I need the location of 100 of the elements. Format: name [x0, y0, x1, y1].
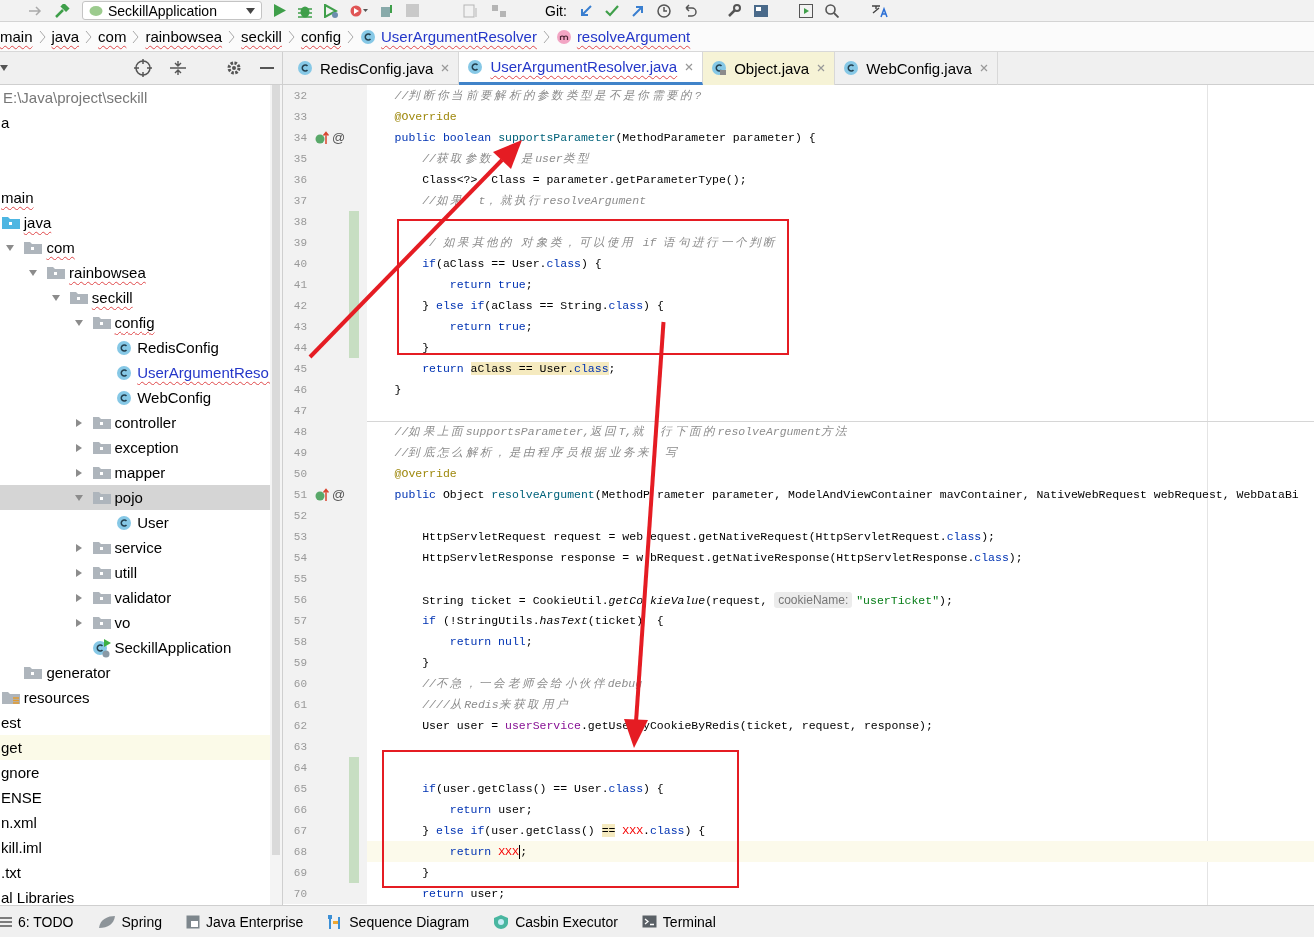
search-icon[interactable]	[824, 3, 839, 18]
tree-item[interactable]: est	[0, 710, 270, 735]
tool-window-tab[interactable]: Java Enterprise	[186, 913, 304, 930]
tree-item[interactable]: seckill	[0, 285, 270, 310]
expand-arrow-icon[interactable]	[73, 467, 84, 478]
breadcrumb[interactable]: seckill	[241, 28, 282, 45]
expand-arrow-icon[interactable]	[73, 617, 84, 628]
implements-marker-icon[interactable]	[315, 487, 329, 502]
tree-item[interactable]: java	[0, 210, 270, 235]
editor-tab[interactable]: WebConfig.java	[835, 51, 998, 85]
expand-arrow-icon[interactable]	[73, 492, 84, 503]
scrollbar-thumb[interactable]	[272, 85, 280, 855]
window-icon[interactable]	[186, 914, 200, 929]
tool-window-tab[interactable]: Spring	[97, 913, 162, 930]
implements-marker-icon[interactable]	[315, 130, 329, 145]
code-line: }	[421, 341, 430, 354]
breadcrumb[interactable]: main	[0, 28, 33, 45]
scrollbar[interactable]	[270, 85, 282, 905]
commit-check-icon[interactable]	[604, 4, 619, 17]
expand-arrow-icon[interactable]	[73, 417, 84, 428]
tree-item[interactable]: .txt	[0, 860, 270, 885]
close-icon[interactable]	[816, 63, 827, 73]
tree-item[interactable]: n.xml	[0, 810, 270, 835]
tree-item[interactable]: a	[0, 110, 270, 135]
expand-arrow-icon[interactable]	[73, 317, 84, 328]
breadcrumb[interactable]: UserArgumentResolver	[360, 28, 537, 45]
breadcrumb[interactable]: resolveArgument	[555, 28, 691, 45]
breadcrumb[interactable]: java	[51, 28, 80, 45]
tree-item[interactable]: validator	[0, 585, 270, 610]
tree-item[interactable]: mapper	[0, 460, 270, 485]
list-icon[interactable]	[0, 915, 12, 928]
annotation-marker[interactable]: @	[332, 487, 346, 502]
tree-item[interactable]: SeckillApplication	[0, 635, 270, 660]
tree-item[interactable]: User	[0, 510, 270, 535]
tool-window-tab[interactable]: 6: TODO	[0, 913, 74, 930]
tool-window-tab[interactable]: Casbin Executor	[493, 913, 618, 930]
layout-icon[interactable]	[752, 3, 769, 18]
push-arrow-icon[interactable]	[630, 3, 645, 18]
breadcrumb[interactable]: config	[300, 28, 341, 45]
caret-icon[interactable]	[0, 65, 8, 71]
tree-item[interactable]: WebConfig	[0, 385, 270, 410]
tree-item[interactable]: RedisConfig	[0, 335, 270, 360]
tree-item[interactable]: exception	[0, 435, 270, 460]
terminal-icon[interactable]	[641, 915, 657, 928]
run-configuration-dropdown[interactable]: SeckillApplication	[82, 1, 262, 20]
tree-item[interactable]: UserArgumentResol	[0, 360, 270, 385]
expand-arrow-icon[interactable]	[28, 267, 39, 278]
tree-item[interactable]: config	[0, 310, 270, 335]
minimize-icon[interactable]	[260, 66, 274, 70]
tree-item[interactable]: ENSE	[0, 785, 270, 810]
git-label: Git:	[545, 2, 567, 19]
leaf-icon[interactable]	[97, 914, 116, 929]
annotation-marker[interactable]: @	[332, 130, 346, 145]
expand-arrow-icon[interactable]	[73, 542, 84, 553]
close-icon[interactable]	[440, 63, 451, 73]
tree-item[interactable]: generator	[0, 660, 270, 685]
editor-tab[interactable]: UserArgumentResolver.java	[459, 51, 704, 85]
tree-item[interactable]: get	[0, 735, 270, 760]
tree-item[interactable]: main	[0, 185, 270, 210]
tree-item[interactable]: gnore	[0, 760, 270, 785]
breadcrumb[interactable]: com	[98, 28, 127, 45]
build-icon[interactable]	[380, 3, 394, 18]
editor-tab[interactable]: Object.java	[703, 51, 836, 85]
clock-icon[interactable]	[656, 3, 671, 18]
expand-arrow-icon[interactable]	[73, 567, 84, 578]
tool-window-tab[interactable]: Terminal	[641, 913, 716, 930]
tree-item[interactable]: pojo	[0, 485, 270, 510]
tree-item[interactable]: al Libraries	[0, 885, 270, 905]
settings-icon[interactable]	[226, 60, 242, 76]
translate-icon[interactable]	[870, 3, 889, 18]
expand-arrow-icon[interactable]	[50, 292, 61, 303]
shield-icon[interactable]	[493, 913, 510, 930]
tree-item[interactable]: rainbowsea	[0, 260, 270, 285]
breadcrumb[interactable]: rainbowsea	[145, 28, 223, 45]
expand-arrow-icon[interactable]	[5, 242, 16, 253]
tree-item[interactable]: resources	[0, 685, 270, 710]
tree-item[interactable]: com	[0, 235, 270, 260]
undo-icon[interactable]	[682, 3, 697, 18]
tool-window-tab[interactable]: Sequence Diagram	[327, 913, 470, 930]
tree-item[interactable]: service	[0, 535, 270, 560]
locate-icon[interactable]	[134, 59, 152, 77]
tree-item[interactable]: controller	[0, 410, 270, 435]
hammer-icon[interactable]	[54, 3, 70, 18]
update-arrow-icon[interactable]	[578, 3, 593, 18]
coverage-icon[interactable]	[324, 3, 338, 18]
class-icon	[297, 60, 313, 76]
close-icon[interactable]	[978, 63, 989, 73]
caret-icon	[246, 7, 255, 14]
close-icon[interactable]	[684, 61, 695, 72]
run-window-icon[interactable]	[798, 3, 813, 18]
profile-icon[interactable]	[350, 3, 368, 18]
expand-arrow-icon[interactable]	[73, 592, 84, 603]
expand-arrow-icon[interactable]	[73, 442, 84, 453]
tree-item[interactable]: kill.iml	[0, 835, 270, 860]
forward-icon[interactable]	[28, 4, 42, 17]
code-line: //判断你当前要解析的参数类型是不是你需要的?	[393, 88, 702, 103]
tree-item[interactable]: utill	[0, 560, 270, 585]
collapse-icon[interactable]	[170, 60, 186, 76]
run-icon[interactable]	[274, 4, 286, 17]
tree-item[interactable]: vo	[0, 610, 270, 635]
